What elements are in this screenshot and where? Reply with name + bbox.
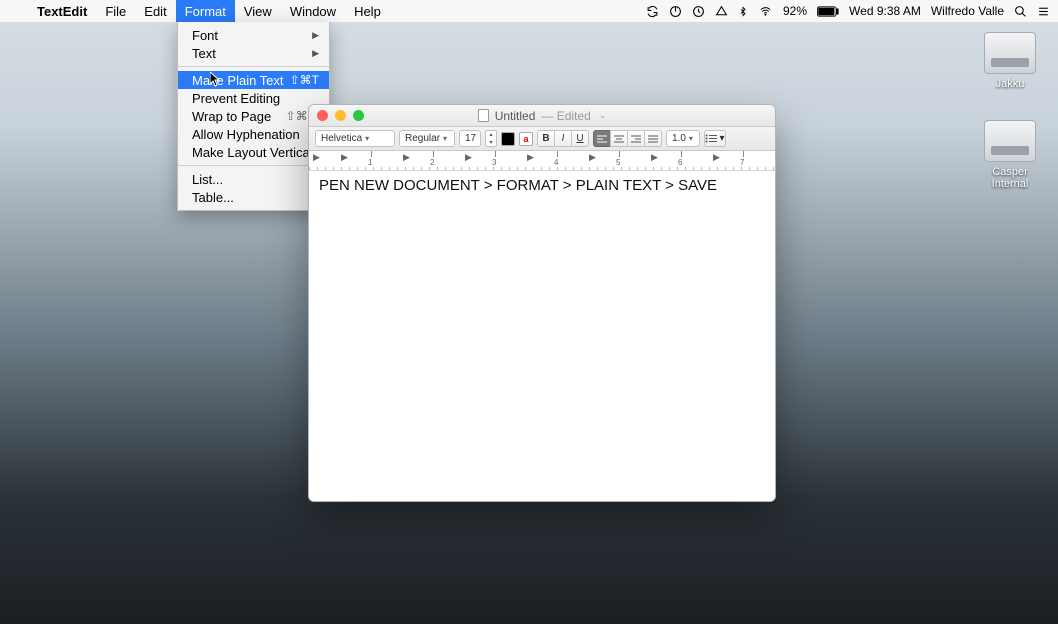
desktop-icon-label: Jakku	[976, 78, 1044, 90]
menu-item-make-layout-vertical[interactable]: Make Layout Vertical	[178, 143, 329, 161]
user-menu[interactable]: Wilfredo Valle	[931, 4, 1004, 18]
menu-item-label: Prevent Editing	[192, 91, 280, 106]
menu-item-label: List...	[192, 172, 223, 187]
window-titlebar[interactable]: Untitled — Edited ⌄	[309, 105, 775, 127]
window-title-text: Untitled	[495, 109, 536, 123]
timemachine-icon[interactable]	[692, 5, 705, 18]
menu-item-list[interactable]: List...	[178, 170, 329, 188]
menu-help[interactable]: Help	[345, 0, 390, 22]
document-text: PEN NEW DOCUMENT > FORMAT > PLAIN TEXT >…	[319, 177, 717, 194]
clock[interactable]: Wed 9:38 AM	[849, 4, 921, 18]
menu-item-table[interactable]: Table...	[178, 188, 329, 206]
align-justify-button[interactable]	[644, 130, 662, 147]
font-size-stepper[interactable]: ▴▾	[485, 130, 497, 147]
menu-item-label: Make Layout Vertical	[192, 145, 313, 160]
font-family-value: Helvetica	[321, 133, 362, 144]
menu-format[interactable]: Format	[176, 0, 235, 22]
window-traffic-lights	[317, 110, 364, 121]
font-family-select[interactable]: Helvetica▾	[315, 130, 395, 147]
font-style-value: Regular	[405, 133, 440, 144]
align-right-button[interactable]	[627, 130, 645, 147]
maximize-button[interactable]	[353, 110, 364, 121]
underline-button[interactable]: U	[571, 130, 589, 147]
desktop-disk-jakku[interactable]: Jakku	[976, 32, 1044, 90]
menu-item-label: Allow Hyphenation	[192, 127, 300, 142]
desktop-icon-label: Casper Internal	[976, 166, 1044, 190]
font-size-field[interactable]: 17	[459, 130, 481, 147]
ruler[interactable]: 1▶2▶3▶4▶5▶6▶7▶▶	[309, 151, 775, 171]
window-edited-label: — Edited	[541, 109, 590, 123]
menu-item-label: Font	[192, 28, 218, 43]
menu-view[interactable]: View	[235, 0, 281, 22]
menu-item-label: Table...	[192, 190, 234, 205]
format-toolbar: Helvetica▾ Regular▾ 17 ▴▾ a B I U	[309, 127, 775, 151]
menu-item-allow-hyphenation[interactable]: Allow Hyphenation	[178, 125, 329, 143]
text-color-swatch[interactable]	[501, 132, 515, 146]
wifi-icon[interactable]	[758, 6, 773, 17]
drive-icon[interactable]	[715, 5, 728, 18]
menu-item-make-plain-text[interactable]: Make Plain Text ⇧⌘T	[178, 71, 329, 89]
textedit-window: Untitled — Edited ⌄ Helvetica▾ Regular▾ …	[308, 104, 776, 502]
align-center-button[interactable]	[610, 130, 628, 147]
line-spacing-value: 1.0	[672, 133, 686, 144]
notifications-icon[interactable]	[1037, 5, 1050, 18]
desktop-disk-casper[interactable]: Casper Internal	[976, 120, 1044, 190]
menu-item-text[interactable]: Text	[178, 44, 329, 62]
font-size-value: 17	[465, 133, 476, 144]
menu-item-wrap-to-page[interactable]: Wrap to Page ⇧⌘W	[178, 107, 329, 125]
power-icon[interactable]	[669, 5, 682, 18]
list-style-button[interactable]: ▾	[704, 130, 726, 147]
bluetooth-icon[interactable]	[738, 5, 748, 18]
disk-icon	[984, 32, 1036, 74]
align-left-button[interactable]	[593, 130, 611, 147]
menubar: TextEdit File Edit Format View Window He…	[0, 0, 1058, 22]
menu-separator	[178, 165, 329, 166]
menu-separator	[178, 66, 329, 67]
menu-file[interactable]: File	[96, 0, 135, 22]
document-icon	[478, 109, 489, 122]
menu-edit[interactable]: Edit	[135, 0, 175, 22]
spotlight-icon[interactable]	[1014, 5, 1027, 18]
alignment-group	[593, 130, 662, 147]
chevron-down-icon[interactable]: ⌄	[599, 110, 607, 121]
bg-color-swatch[interactable]: a	[519, 132, 533, 146]
disk-icon	[984, 120, 1036, 162]
line-spacing-select[interactable]: 1.0▾	[666, 130, 700, 147]
minimize-button[interactable]	[335, 110, 346, 121]
font-style-select[interactable]: Regular▾	[399, 130, 455, 147]
battery-icon[interactable]	[817, 6, 839, 17]
italic-button[interactable]: I	[554, 130, 572, 147]
menu-app-name[interactable]: TextEdit	[28, 0, 96, 22]
menu-item-prevent-editing[interactable]: Prevent Editing	[178, 89, 329, 107]
menu-window[interactable]: Window	[281, 0, 345, 22]
menu-item-label: Make Plain Text	[192, 73, 284, 88]
bold-button[interactable]: B	[537, 130, 555, 147]
ruler-ticks: 1▶2▶3▶4▶5▶6▶7▶▶	[309, 151, 775, 170]
sync-icon[interactable]	[646, 5, 659, 18]
battery-percent: 92%	[783, 4, 807, 18]
menu-item-label: Wrap to Page	[192, 109, 271, 124]
menu-item-font[interactable]: Font	[178, 26, 329, 44]
window-title[interactable]: Untitled — Edited ⌄	[478, 109, 607, 123]
menu-item-label: Text	[192, 46, 216, 61]
document-body[interactable]: PEN NEW DOCUMENT > FORMAT > PLAIN TEXT >…	[309, 171, 775, 501]
menubar-right: 92% Wed 9:38 AM Wilfredo Valle	[646, 4, 1058, 18]
close-button[interactable]	[317, 110, 328, 121]
menubar-left: TextEdit File Edit Format View Window He…	[0, 0, 390, 22]
text-style-group: B I U	[537, 130, 589, 147]
menu-item-shortcut: ⇧⌘T	[290, 73, 319, 87]
